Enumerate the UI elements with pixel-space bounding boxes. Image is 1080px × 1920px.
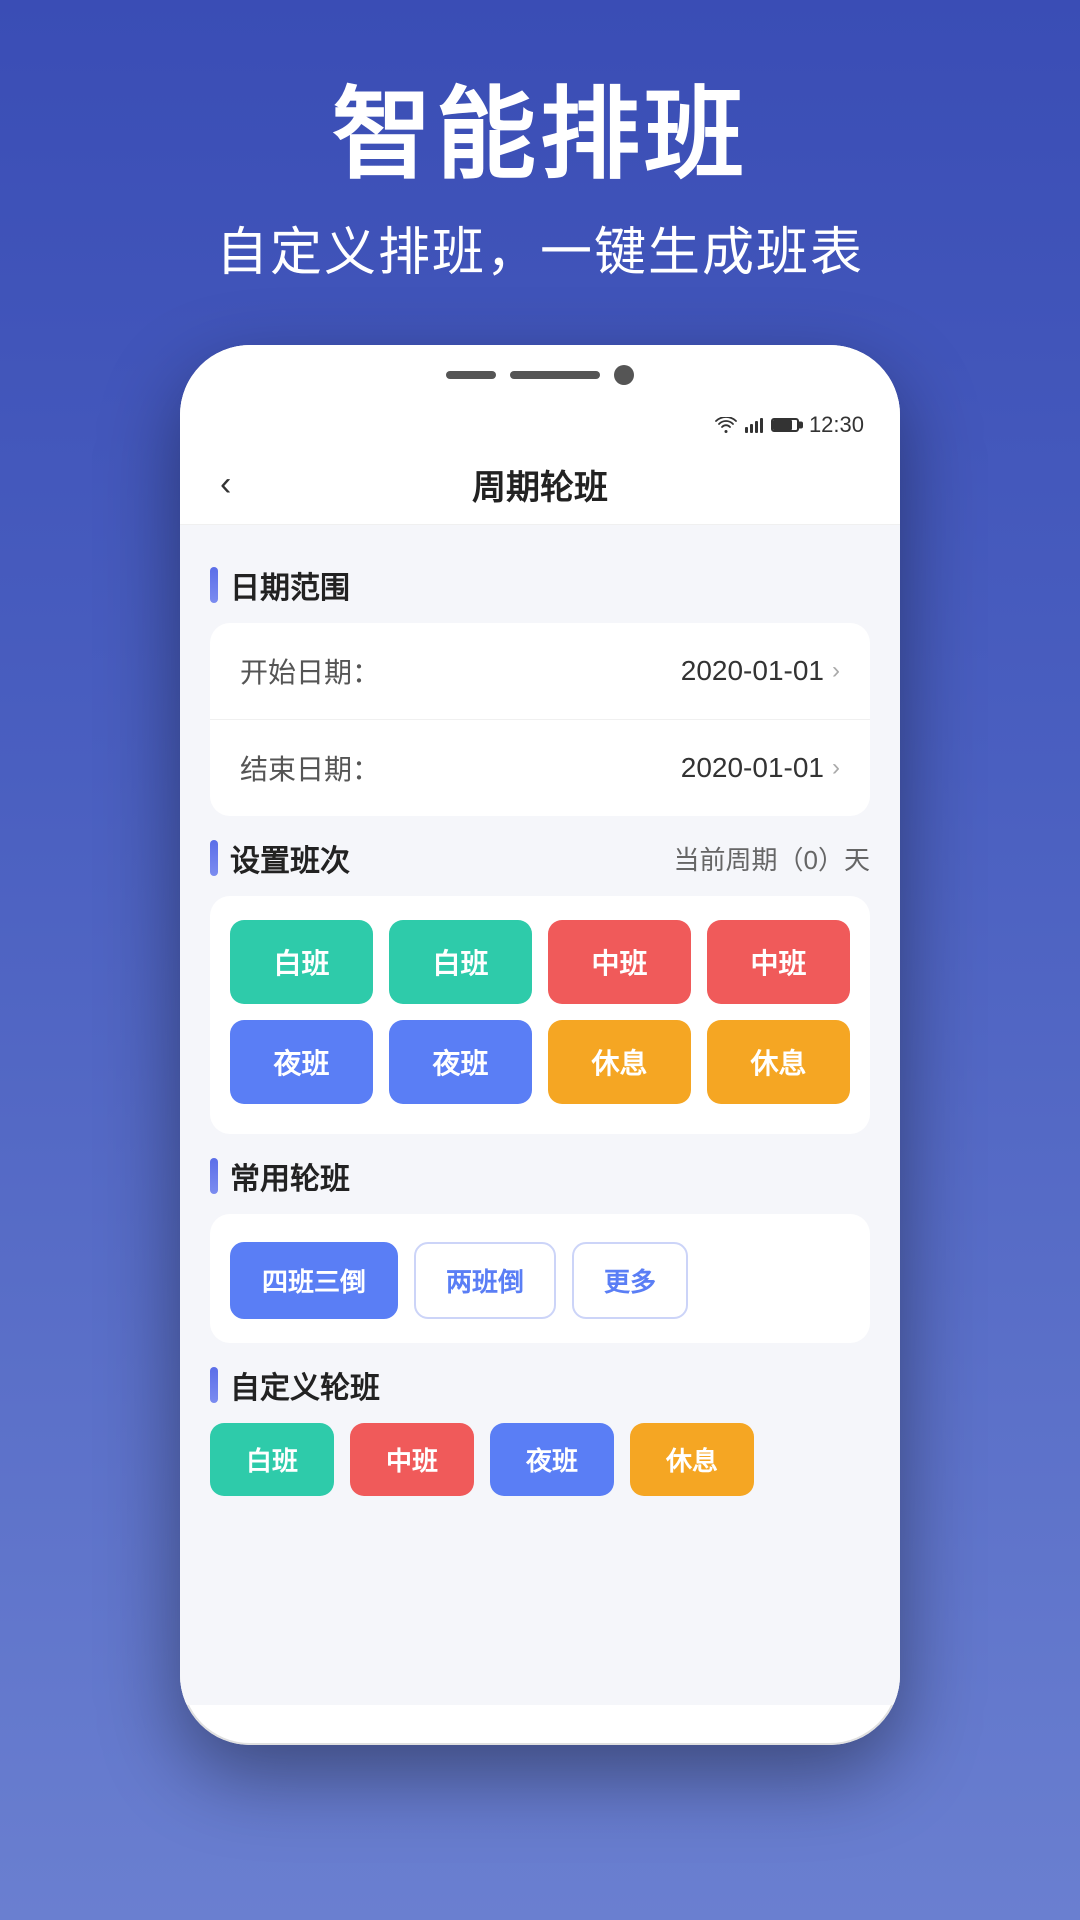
battery-icon xyxy=(771,418,799,432)
end-date-label: 结束日期： xyxy=(240,748,380,788)
main-title: 智能排班 xyxy=(0,80,1080,190)
custom-btn-ye[interactable]: 夜班 xyxy=(490,1423,614,1496)
common-btns: 四班三倒 两班倒 更多 xyxy=(230,1242,850,1319)
wifi-icon xyxy=(715,417,737,433)
phone-notch-area xyxy=(180,345,900,405)
end-date-chevron: › xyxy=(832,754,840,782)
start-date-value-row: 2020-01-01 › xyxy=(681,655,840,687)
shift-btn-ye2[interactable]: 夜班 xyxy=(389,1020,532,1104)
shift-settings-header: 设置班次 当前周期（0）天 xyxy=(210,836,870,880)
custom-btns: 白班 中班 夜班 休息 xyxy=(210,1423,870,1496)
custom-rotation-title-row: 自定义轮班 xyxy=(210,1363,380,1407)
custom-btn-bai[interactable]: 白班 xyxy=(210,1423,334,1496)
common-btn-4shift[interactable]: 四班三倒 xyxy=(230,1242,398,1319)
status-icons xyxy=(715,417,799,433)
common-rotation-dot xyxy=(210,1158,218,1194)
custom-rotation-header: 自定义轮班 xyxy=(210,1363,870,1407)
shift-btn-rest2[interactable]: 休息 xyxy=(707,1020,850,1104)
date-range-dot xyxy=(210,567,218,603)
signal-icon xyxy=(745,417,763,433)
period-info: 当前周期（0）天 xyxy=(674,840,870,877)
notch-camera xyxy=(614,365,634,385)
date-range-card: 开始日期： 2020-01-01 › 结束日期： 2020-01-01 › xyxy=(210,623,870,816)
custom-section: 白班 中班 夜班 休息 xyxy=(210,1423,870,1496)
nav-bar: ‹ 周期轮班 xyxy=(180,445,900,525)
end-date-row[interactable]: 结束日期： 2020-01-01 › xyxy=(210,720,870,816)
shift-btn-zhong2[interactable]: 中班 xyxy=(707,920,850,1004)
start-date-value: 2020-01-01 xyxy=(681,655,824,687)
common-rotation-label: 常用轮班 xyxy=(230,1154,350,1198)
shift-settings-title-row: 设置班次 xyxy=(210,836,350,880)
common-rotation-header: 常用轮班 xyxy=(210,1154,870,1198)
common-rotation-title-row: 常用轮班 xyxy=(210,1154,350,1198)
phone-mockup: 12:30 ‹ 周期轮班 日期范围 开始日期： 2020-01-01 xyxy=(180,345,900,1745)
custom-rotation-dot xyxy=(210,1367,218,1403)
date-range-label: 日期范围 xyxy=(230,563,350,607)
date-range-header: 日期范围 xyxy=(210,563,870,607)
date-range-title-row: 日期范围 xyxy=(210,563,350,607)
custom-rotation-label: 自定义轮班 xyxy=(230,1363,380,1407)
notch-dash1 xyxy=(446,371,496,379)
phone-notch xyxy=(446,365,634,385)
status-time: 12:30 xyxy=(809,412,864,438)
status-bar: 12:30 xyxy=(180,405,900,445)
common-btn-more[interactable]: 更多 xyxy=(572,1242,688,1319)
custom-btn-rest[interactable]: 休息 xyxy=(630,1423,754,1496)
end-date-value: 2020-01-01 xyxy=(681,752,824,784)
common-rotation-card: 四班三倒 两班倒 更多 xyxy=(210,1214,870,1343)
shift-btn-ye1[interactable]: 夜班 xyxy=(230,1020,373,1104)
notch-dash2 xyxy=(510,371,600,379)
custom-btn-zhong[interactable]: 中班 xyxy=(350,1423,474,1496)
common-btn-2shift[interactable]: 两班倒 xyxy=(414,1242,556,1319)
shift-grid: 白班 白班 中班 中班 夜班 夜班 休息 休息 xyxy=(230,920,850,1104)
shift-settings-label: 设置班次 xyxy=(230,836,350,880)
start-date-row[interactable]: 开始日期： 2020-01-01 › xyxy=(210,623,870,720)
bg-header: 智能排班 自定义排班，一键生成班表 xyxy=(0,0,1080,325)
shift-btn-rest1[interactable]: 休息 xyxy=(548,1020,691,1104)
battery-fill xyxy=(773,420,792,430)
shift-btn-zhong1[interactable]: 中班 xyxy=(548,920,691,1004)
shift-settings-dot xyxy=(210,840,218,876)
main-subtitle: 自定义排班，一键生成班表 xyxy=(0,210,1080,285)
start-date-label: 开始日期： xyxy=(240,651,380,691)
back-button[interactable]: ‹ xyxy=(210,455,241,514)
content-area: 日期范围 开始日期： 2020-01-01 › 结束日期： 2020-01-01… xyxy=(180,525,900,1705)
shift-btn-bai1[interactable]: 白班 xyxy=(230,920,373,1004)
shift-card: 白班 白班 中班 中班 夜班 夜班 休息 休息 xyxy=(210,896,870,1134)
end-date-value-row: 2020-01-01 › xyxy=(681,752,840,784)
shift-btn-bai2[interactable]: 白班 xyxy=(389,920,532,1004)
start-date-chevron: › xyxy=(832,657,840,685)
phone-wrapper: 12:30 ‹ 周期轮班 日期范围 开始日期： 2020-01-01 xyxy=(0,345,1080,1745)
page-title: 周期轮班 xyxy=(472,460,608,509)
